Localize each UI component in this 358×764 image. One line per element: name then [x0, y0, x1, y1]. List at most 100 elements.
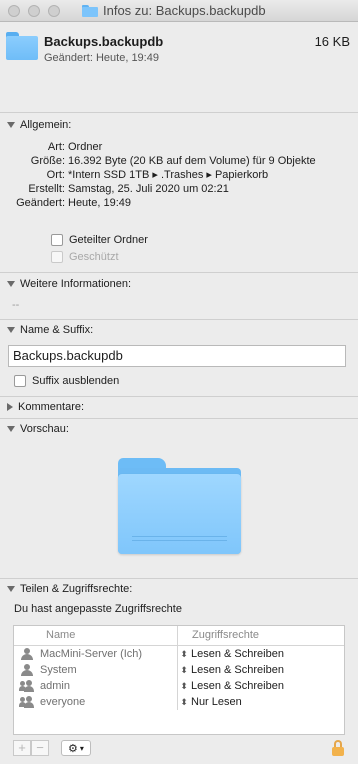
folder-icon — [6, 32, 38, 60]
user-name: System — [40, 664, 77, 676]
more-info-value: -- — [12, 299, 20, 311]
info-row-size: Größe: 16.392 Byte (20 KB auf dem Volume… — [0, 154, 358, 168]
user-name: everyone — [40, 696, 86, 708]
info-label: Erstellt: — [28, 183, 65, 195]
privilege-popup[interactable]: ⬍ Lesen & Schreiben — [178, 646, 284, 662]
user-name: admin — [40, 680, 70, 692]
info-row-modified: Geändert: Heute, 19:49 — [0, 196, 358, 210]
permissions-toolbar: + − ⚙ ▾ — [13, 739, 345, 757]
info-label: Geändert: — [16, 197, 65, 209]
section-general-title: Allgemein: — [20, 119, 72, 131]
info-label: Ort: — [46, 169, 65, 181]
window-title-text: Infos zu: Backups.backupdb — [103, 3, 266, 18]
privilege-value: Nur Lesen — [191, 696, 242, 708]
group-icon — [19, 680, 34, 692]
divider — [0, 319, 358, 320]
info-row-created: Erstellt: Samstag, 25. Juli 2020 um 02:2… — [0, 182, 358, 196]
shared-folder-label: Geteilter Ordner — [69, 234, 148, 246]
up-down-arrows-icon: ⬍ — [180, 697, 188, 707]
table-row[interactable]: MacMini-Server (Ich) ⬍ Lesen & Schreiben — [14, 646, 344, 662]
general-info: Art: Ordner Größe: 16.392 Byte (20 KB au… — [0, 140, 358, 210]
permissions-note: Du hast angepasste Zugriffsrechte — [14, 603, 182, 615]
user-icon — [20, 664, 34, 676]
disclosure-triangle-icon — [7, 403, 13, 411]
table-header: Name Zugriffsrechte — [14, 626, 344, 646]
disclosure-triangle-icon — [7, 426, 15, 432]
divider — [0, 396, 358, 397]
info-header: Backups.backupdb 16 KB Geändert: Heute, … — [0, 22, 358, 110]
privilege-value: Lesen & Schreiben — [191, 664, 284, 676]
info-label: Art: — [47, 141, 65, 153]
info-row-kind: Art: Ordner — [0, 140, 358, 154]
info-value: *Intern SSD 1TB ▸ .Trashes ▸ Papierkorb — [68, 169, 269, 181]
privilege-popup[interactable]: ⬍ Lesen & Schreiben — [178, 662, 284, 678]
divider — [0, 418, 358, 419]
close-button[interactable] — [8, 5, 20, 17]
user-cell: admin — [14, 678, 178, 694]
hide-extension-label: Suffix ausblenden — [32, 375, 120, 387]
privilege-popup[interactable]: ⬍ Lesen & Schreiben — [178, 678, 284, 694]
info-value: 16.392 Byte (20 KB auf dem Volume) für 9… — [68, 155, 316, 167]
modified-date: Geändert: Heute, 19:49 — [44, 52, 159, 64]
section-preview-title: Vorschau: — [20, 423, 69, 435]
name-input[interactable]: Backups.backupdb — [8, 345, 346, 367]
info-value: Samstag, 25. Juli 2020 um 02:21 — [68, 183, 229, 195]
section-comments[interactable]: Kommentare: — [7, 401, 84, 413]
privilege-value: Lesen & Schreiben — [191, 648, 284, 660]
user-icon — [20, 648, 34, 660]
file-name: Backups.backupdb — [44, 34, 164, 49]
section-name-ext[interactable]: Name & Suffix: — [7, 324, 93, 336]
column-name-header[interactable]: Name — [14, 626, 178, 645]
up-down-arrows-icon: ⬍ — [180, 681, 188, 691]
section-sharing[interactable]: Teilen & Zugriffsrechte: — [7, 583, 132, 595]
folder-icon — [82, 4, 98, 17]
locked-label: Geschützt — [69, 251, 119, 263]
window-title: Infos zu: Backups.backupdb — [82, 3, 266, 18]
section-name-ext-title: Name & Suffix: — [20, 324, 94, 336]
title-bar: Infos zu: Backups.backupdb — [0, 0, 358, 22]
minimize-button[interactable] — [28, 5, 40, 17]
permissions-table: Name Zugriffsrechte MacMini-Server (Ich)… — [13, 625, 345, 735]
remove-user-button[interactable]: − — [31, 740, 49, 756]
table-row[interactable]: admin ⬍ Lesen & Schreiben — [14, 678, 344, 694]
section-comments-title: Kommentare: — [18, 401, 85, 413]
divider — [0, 578, 358, 579]
folder-preview-icon — [118, 458, 241, 554]
up-down-arrows-icon: ⬍ — [180, 665, 188, 675]
action-menu-button[interactable]: ⚙ ▾ — [61, 740, 91, 756]
shared-folder-checkbox[interactable]: Geteilter Ordner — [51, 234, 148, 246]
hide-extension-checkbox[interactable]: Suffix ausblenden — [14, 375, 119, 387]
file-size: 16 KB — [314, 34, 350, 49]
zoom-button[interactable] — [48, 5, 60, 17]
lock-icon[interactable] — [331, 740, 345, 756]
chevron-down-icon: ▾ — [79, 743, 84, 753]
disclosure-triangle-icon — [7, 327, 15, 333]
privilege-popup[interactable]: ⬍ Nur Lesen — [178, 694, 242, 710]
group-icon — [19, 696, 34, 708]
info-value: Ordner — [68, 141, 103, 153]
table-row[interactable]: everyone ⬍ Nur Lesen — [14, 694, 344, 710]
disclosure-triangle-icon — [7, 122, 15, 128]
section-sharing-title: Teilen & Zugriffsrechte: — [20, 583, 133, 595]
info-row-where: Ort: *Intern SSD 1TB ▸ .Trashes ▸ Papier… — [0, 168, 358, 182]
user-name: MacMini-Server (Ich) — [40, 648, 143, 660]
user-cell: System — [14, 662, 178, 678]
section-more-info[interactable]: Weitere Informationen: — [7, 278, 131, 290]
section-preview[interactable]: Vorschau: — [7, 423, 69, 435]
section-general[interactable]: Allgemein: — [7, 119, 71, 131]
column-privilege-header[interactable]: Zugriffsrechte — [178, 626, 259, 645]
disclosure-triangle-icon — [7, 281, 15, 287]
up-down-arrows-icon: ⬍ — [180, 649, 188, 659]
info-label: Größe: — [30, 155, 65, 167]
disclosure-triangle-icon — [7, 586, 15, 592]
add-user-button[interactable]: + — [13, 740, 31, 756]
locked-checkbox[interactable]: Geschützt — [51, 251, 119, 263]
divider — [0, 112, 358, 113]
privilege-value: Lesen & Schreiben — [191, 680, 284, 692]
table-row[interactable]: System ⬍ Lesen & Schreiben — [14, 662, 344, 678]
checkbox-box[interactable] — [51, 251, 63, 263]
checkbox-box[interactable] — [14, 375, 26, 387]
checkbox-box[interactable] — [51, 234, 63, 246]
section-more-info-title: Weitere Informationen: — [20, 278, 132, 290]
user-cell: everyone — [14, 694, 178, 710]
